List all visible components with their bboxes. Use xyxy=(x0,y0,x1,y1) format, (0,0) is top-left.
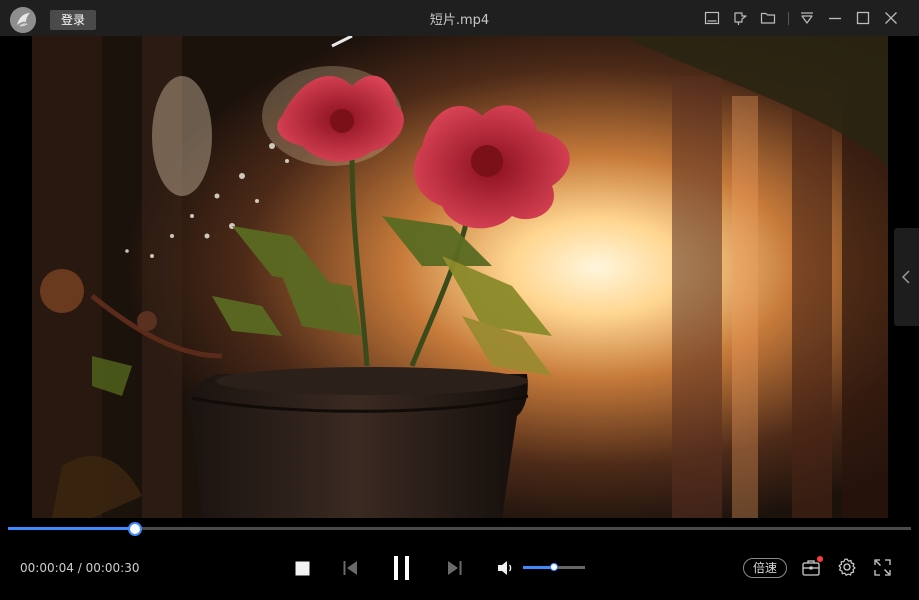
mini-player-icon[interactable] xyxy=(704,10,720,26)
stop-icon xyxy=(295,561,310,576)
progress-bar[interactable] xyxy=(8,522,911,536)
skip-previous-icon xyxy=(343,561,357,575)
gear-icon xyxy=(838,558,856,576)
video-picture xyxy=(32,36,888,518)
total-time: 00:00:30 xyxy=(85,561,140,575)
menu-icon[interactable] xyxy=(799,10,815,26)
time-display: 00:00:04 / 00:00:30 xyxy=(20,561,139,575)
title-bar: 登录 短片.mp4 xyxy=(0,0,919,36)
login-button[interactable]: 登录 xyxy=(50,10,96,30)
fullscreen-button[interactable] xyxy=(874,559,891,576)
video-frame[interactable] xyxy=(32,36,888,518)
folder-icon[interactable] xyxy=(760,10,776,26)
close-icon[interactable] xyxy=(883,10,899,26)
toolbox-icon xyxy=(802,560,820,576)
pause-icon xyxy=(394,556,409,580)
pin-icon[interactable] xyxy=(732,10,748,26)
volume-slider[interactable] xyxy=(523,563,585,571)
current-time: 00:00:04 xyxy=(20,561,74,575)
notification-dot xyxy=(817,556,823,562)
pause-button[interactable] xyxy=(392,555,412,581)
side-panel-toggle[interactable] xyxy=(894,228,919,326)
volume-icon xyxy=(498,561,512,575)
fullscreen-icon xyxy=(874,559,891,576)
next-button[interactable] xyxy=(447,560,462,576)
app-logo xyxy=(10,7,36,33)
stop-button[interactable] xyxy=(295,561,310,576)
settings-button[interactable] xyxy=(838,558,856,576)
playback-speed-button[interactable]: 倍速 xyxy=(743,558,787,578)
toolbox-button[interactable] xyxy=(802,559,820,576)
progress-thumb[interactable] xyxy=(127,522,142,536)
titlebar-separator xyxy=(788,12,789,25)
volume-thumb[interactable] xyxy=(550,563,558,571)
previous-button[interactable] xyxy=(343,560,358,576)
chevron-left-icon xyxy=(901,270,910,284)
time-separator: / xyxy=(73,561,86,575)
skip-next-icon xyxy=(448,561,462,575)
progress-fill xyxy=(8,527,134,530)
bird-logo-icon xyxy=(10,7,36,33)
volume-button[interactable] xyxy=(497,560,515,576)
window-title: 短片.mp4 xyxy=(429,13,490,28)
minimize-icon[interactable] xyxy=(827,10,843,26)
maximize-icon[interactable] xyxy=(855,10,871,26)
